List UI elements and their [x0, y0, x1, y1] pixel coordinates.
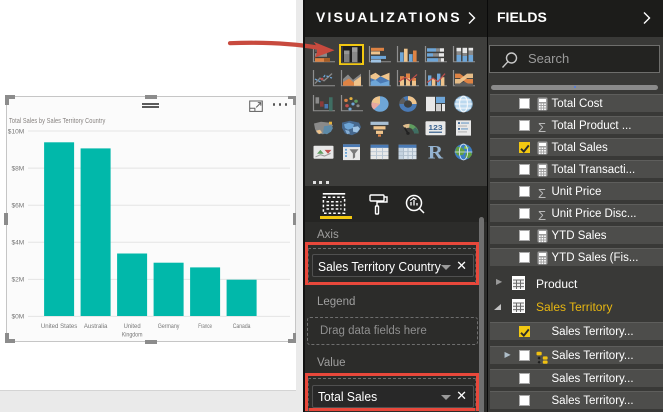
- svg-text:$0M: $0M: [11, 314, 24, 321]
- svg-text:$8M: $8M: [11, 166, 24, 173]
- svg-text:$4M: $4M: [11, 240, 24, 247]
- svg-text:$6M: $6M: [11, 203, 24, 210]
- svg-text:Kingdom: Kingdom: [122, 332, 143, 339]
- svg-text:Australia: Australia: [84, 323, 108, 330]
- svg-text:France: France: [198, 323, 212, 330]
- svg-text:Germany: Germany: [158, 323, 180, 330]
- svg-text:United States: United States: [41, 323, 78, 330]
- svg-text:$2M: $2M: [11, 277, 24, 284]
- svg-text:$10M: $10M: [8, 129, 25, 136]
- svg-text:Canada: Canada: [233, 323, 251, 330]
- svg-text:United: United: [124, 323, 141, 330]
